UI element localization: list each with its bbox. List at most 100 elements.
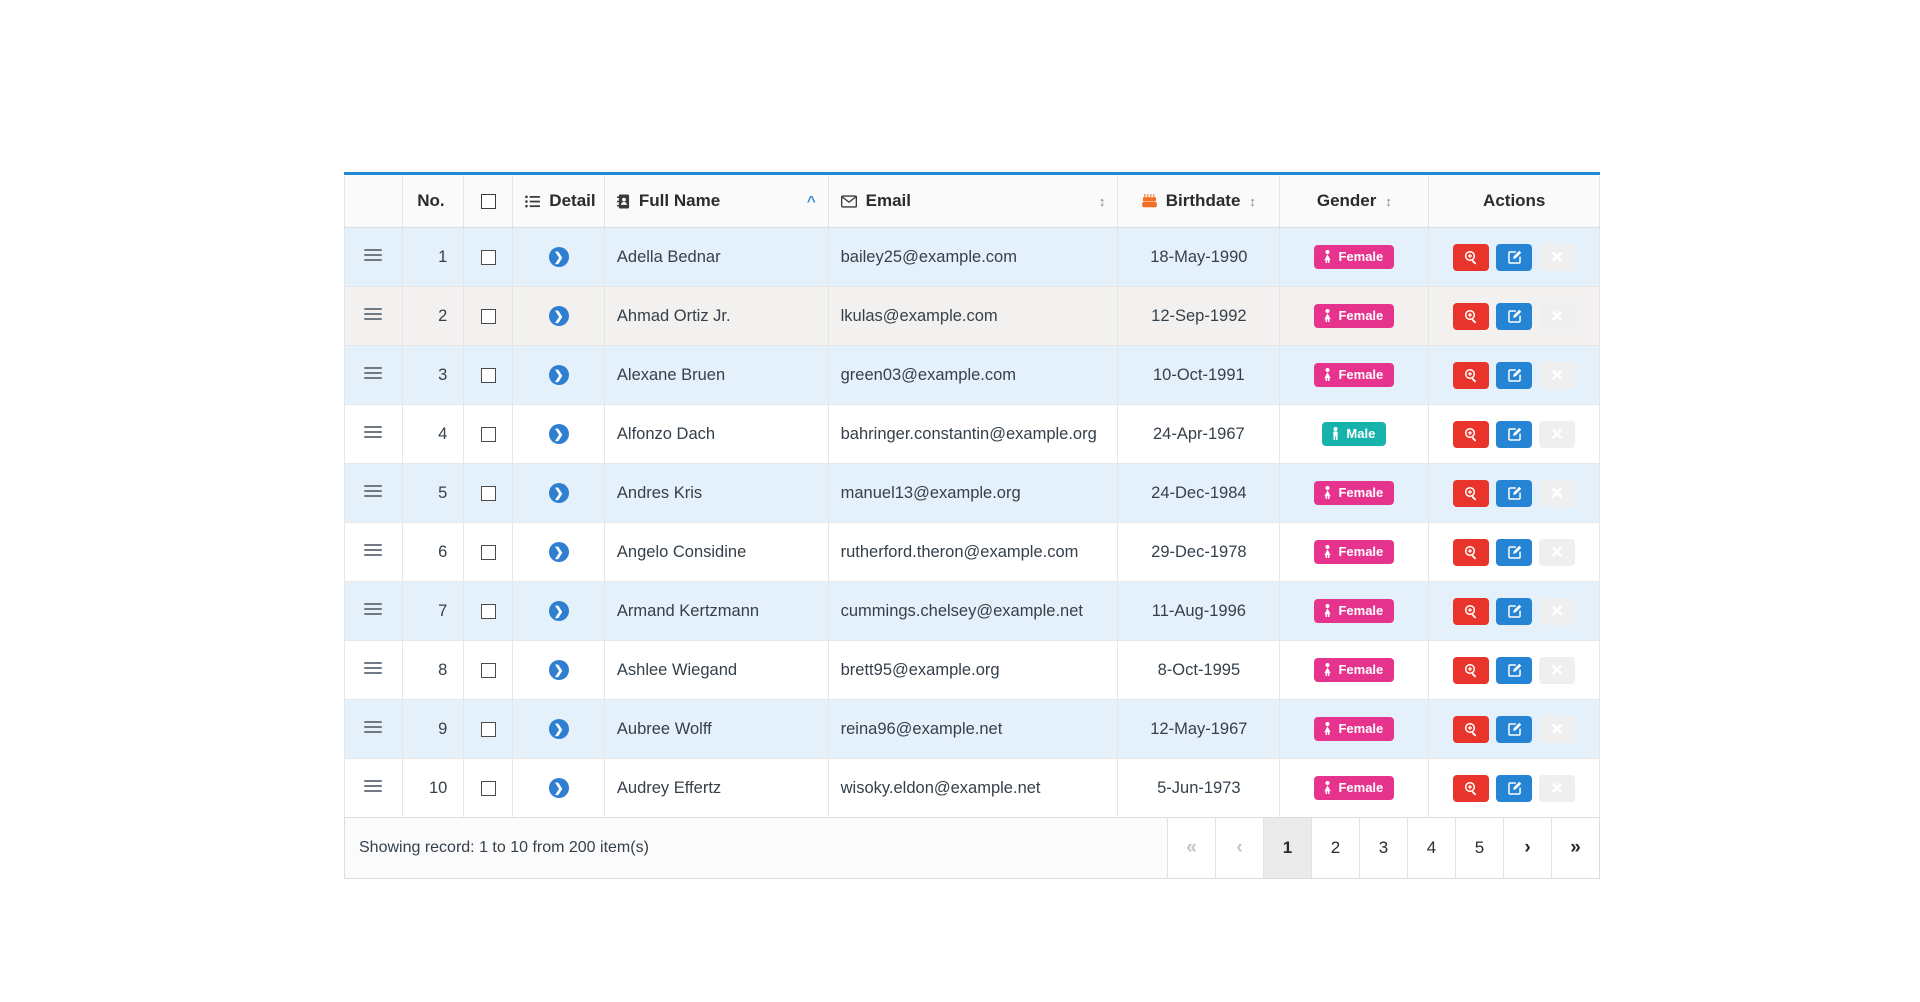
detail-expand-icon[interactable]: ❯ xyxy=(548,247,569,267)
sort-indicator-icon[interactable]: ↕ xyxy=(1249,195,1256,208)
row-delete-button[interactable] xyxy=(1539,715,1576,743)
row-view-button[interactable] xyxy=(1453,597,1490,625)
table-row[interactable]: 1 ❯ Adella Bednar bailey25@example.com 18-Ma… xyxy=(344,227,1600,287)
drag-handle-icon[interactable] xyxy=(364,248,383,262)
row-checkbox[interactable] xyxy=(480,367,496,383)
row-drag-handle-cell[interactable] xyxy=(344,227,403,287)
row-delete-button[interactable] xyxy=(1539,243,1576,271)
row-view-button[interactable] xyxy=(1453,479,1490,507)
row-delete-button[interactable] xyxy=(1539,479,1576,507)
row-drag-handle-cell[interactable] xyxy=(344,463,403,523)
column-header-full-name[interactable]: Full Name ^ xyxy=(603,173,829,228)
table-row[interactable]: 8 ❯ Ashlee Wiegand brett95@example.org 8-Oct… xyxy=(344,640,1600,700)
row-detail-cell[interactable]: ❯ xyxy=(512,522,605,582)
row-view-button[interactable] xyxy=(1453,715,1490,743)
row-select-cell[interactable] xyxy=(463,286,514,346)
row-select-cell[interactable] xyxy=(463,404,514,464)
detail-expand-icon[interactable]: ❯ xyxy=(548,660,569,680)
row-edit-button[interactable] xyxy=(1496,656,1533,684)
row-select-cell[interactable] xyxy=(463,463,514,523)
row-edit-button[interactable] xyxy=(1496,479,1533,507)
row-drag-handle-cell[interactable] xyxy=(344,345,403,405)
drag-handle-icon[interactable] xyxy=(364,366,383,380)
row-detail-cell[interactable]: ❯ xyxy=(512,286,605,346)
row-view-button[interactable] xyxy=(1453,361,1490,389)
row-delete-button[interactable] xyxy=(1539,302,1576,330)
column-header-no[interactable]: No. xyxy=(401,173,465,228)
row-checkbox[interactable] xyxy=(480,721,496,737)
pagination-next-page[interactable]: › xyxy=(1503,818,1551,878)
row-checkbox[interactable] xyxy=(480,485,496,501)
row-drag-handle-cell[interactable] xyxy=(344,286,403,346)
row-select-cell[interactable] xyxy=(463,758,514,818)
row-edit-button[interactable] xyxy=(1496,361,1533,389)
row-edit-button[interactable] xyxy=(1496,420,1533,448)
row-checkbox[interactable] xyxy=(480,249,496,265)
row-detail-cell[interactable]: ❯ xyxy=(512,227,605,287)
row-view-button[interactable] xyxy=(1453,774,1490,802)
select-all-checkbox[interactable] xyxy=(480,194,496,210)
row-select-cell[interactable] xyxy=(463,522,514,582)
row-edit-button[interactable] xyxy=(1496,243,1533,271)
pagination-page-3[interactable]: 3 xyxy=(1359,818,1407,878)
pagination-page-4[interactable]: 4 xyxy=(1407,818,1455,878)
row-delete-button[interactable] xyxy=(1539,656,1576,684)
row-select-cell[interactable] xyxy=(463,640,514,700)
row-drag-handle-cell[interactable] xyxy=(344,640,403,700)
column-header-email[interactable]: Email ↕ xyxy=(827,173,1119,228)
drag-handle-icon[interactable] xyxy=(364,602,383,616)
row-drag-handle-cell[interactable] xyxy=(344,699,403,759)
row-select-cell[interactable] xyxy=(463,699,514,759)
row-detail-cell[interactable]: ❯ xyxy=(512,463,605,523)
detail-expand-icon[interactable]: ❯ xyxy=(548,542,569,562)
row-delete-button[interactable] xyxy=(1539,774,1576,802)
row-detail-cell[interactable]: ❯ xyxy=(512,404,605,464)
detail-expand-icon[interactable]: ❯ xyxy=(548,424,569,444)
row-edit-button[interactable] xyxy=(1496,715,1533,743)
row-edit-button[interactable] xyxy=(1496,302,1533,330)
row-checkbox[interactable] xyxy=(480,544,496,560)
detail-expand-icon[interactable]: ❯ xyxy=(548,719,569,739)
pagination-last-page[interactable]: » xyxy=(1551,818,1599,878)
drag-handle-icon[interactable] xyxy=(364,779,383,793)
row-view-button[interactable] xyxy=(1453,302,1490,330)
drag-handle-icon[interactable] xyxy=(364,543,383,557)
table-row[interactable]: 10 ❯ Audrey Effertz wisoky.eldon@example.ne… xyxy=(344,758,1600,818)
table-row[interactable]: 4 ❯ Alfonzo Dach bahringer.constantin@examp… xyxy=(344,404,1600,464)
pagination-page-1[interactable]: 1 xyxy=(1263,818,1311,878)
row-checkbox[interactable] xyxy=(480,662,496,678)
detail-expand-icon[interactable]: ❯ xyxy=(548,306,569,326)
row-drag-handle-cell[interactable] xyxy=(344,581,403,641)
row-drag-handle-cell[interactable] xyxy=(344,404,403,464)
row-delete-button[interactable] xyxy=(1539,538,1576,566)
row-delete-button[interactable] xyxy=(1539,420,1576,448)
detail-expand-icon[interactable]: ❯ xyxy=(548,365,569,385)
drag-handle-icon[interactable] xyxy=(364,484,383,498)
row-select-cell[interactable] xyxy=(463,345,514,405)
detail-expand-icon[interactable]: ❯ xyxy=(548,601,569,621)
row-detail-cell[interactable]: ❯ xyxy=(512,640,605,700)
drag-handle-icon[interactable] xyxy=(364,661,383,675)
row-edit-button[interactable] xyxy=(1496,774,1533,802)
row-detail-cell[interactable]: ❯ xyxy=(512,581,605,641)
row-select-cell[interactable] xyxy=(463,581,514,641)
drag-handle-icon[interactable] xyxy=(364,425,383,439)
sort-indicator-asc-icon[interactable]: ^ xyxy=(807,194,816,209)
column-header-birthdate[interactable]: Birthdate ↕ xyxy=(1117,173,1281,228)
row-delete-button[interactable] xyxy=(1539,361,1576,389)
drag-handle-icon[interactable] xyxy=(364,307,383,321)
row-detail-cell[interactable]: ❯ xyxy=(512,699,605,759)
table-row[interactable]: 9 ❯ Aubree Wolff reina96@example.net 12-May-… xyxy=(344,699,1600,759)
row-edit-button[interactable] xyxy=(1496,597,1533,625)
row-checkbox[interactable] xyxy=(480,426,496,442)
pagination-page-5[interactable]: 5 xyxy=(1455,818,1503,878)
row-view-button[interactable] xyxy=(1453,243,1490,271)
column-header-select-all[interactable] xyxy=(463,173,514,228)
drag-handle-icon[interactable] xyxy=(364,720,383,734)
sort-indicator-icon[interactable]: ↕ xyxy=(1385,195,1392,208)
row-view-button[interactable] xyxy=(1453,538,1490,566)
table-row[interactable]: 3 ❯ Alexane Bruen green03@example.com 10-Oct… xyxy=(344,345,1600,405)
row-view-button[interactable] xyxy=(1453,656,1490,684)
table-row[interactable]: 2 ❯ Ahmad Ortiz Jr. lkulas@example.com 12-Se… xyxy=(344,286,1600,346)
table-row[interactable]: 7 ❯ Armand Kertzmann cummings.chelsey@examp… xyxy=(344,581,1600,641)
